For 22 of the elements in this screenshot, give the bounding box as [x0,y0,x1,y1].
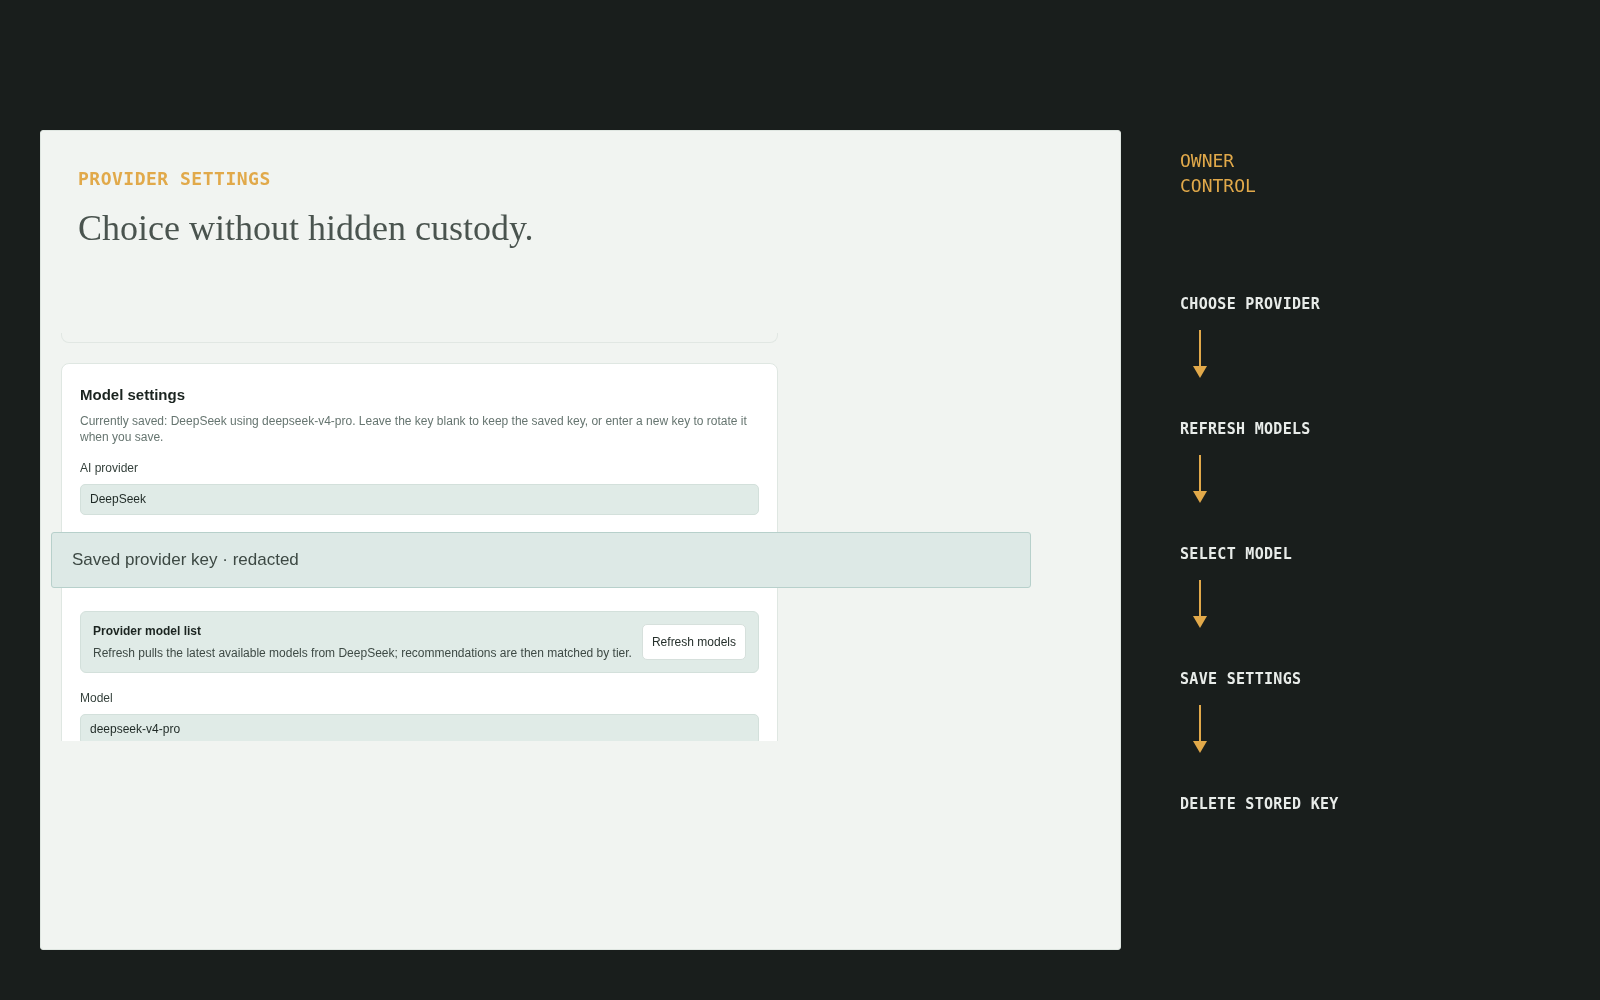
step-label: SAVE SETTINGS [1180,670,1303,688]
card-title: Model settings [80,385,186,405]
step-label: REFRESH MODELS [1180,420,1312,438]
model-field[interactable]: deepseek-v4-pro [80,713,759,741]
step-label: SELECT MODEL [1180,545,1293,563]
down-arrow-icon [1193,580,1207,628]
page-heading: Choice without hidden custody. [78,207,535,250]
down-arrow-icon [1193,705,1207,753]
down-arrow-icon [1193,455,1207,503]
key-status-banner: Saved provider key · redacted [51,532,1031,588]
step-label: DELETE STORED KEY [1180,795,1339,813]
down-arrow-icon [1193,330,1207,378]
step-label: CHOOSE PROVIDER [1180,295,1321,313]
box-title: Provider model list [93,622,203,640]
refresh-models-button[interactable]: Refresh models [641,623,746,660]
field-label: Model [80,689,114,707]
provider-field[interactable]: DeepSeek [80,483,759,515]
card-description: Currently saved: DeepSeek using deepseek-v4-pro. Leave the key blank to keep the saved key, or enter a new key to rotate it when you save. [80,412,748,445]
box-description: Refresh pulls the latest available models from DeepSeek; recommendations are then matched by tier. [93,644,632,662]
field-label: AI provider [80,459,140,477]
sidebar-title: OWNER CONTROL [1180,149,1257,198]
eyebrow-label: PROVIDER SETTINGS [78,167,272,191]
